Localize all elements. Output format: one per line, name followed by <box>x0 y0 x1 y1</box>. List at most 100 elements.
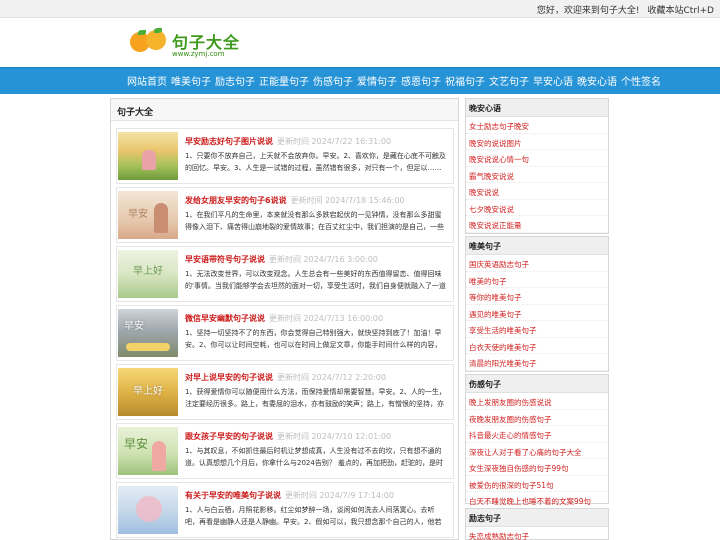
article-excerpt: 1、获得爱情你可以随便用什么方法，而保持爱情却需要智慧。早安。2、人的一生，注定… <box>185 388 446 408</box>
article-title[interactable]: 微信早安幽默句子说说 <box>185 314 265 323</box>
sidebar-link[interactable]: 夜晚发朋友圈的伤感句子 <box>466 410 608 426</box>
sidebar-box-title[interactable]: 励志句子 <box>466 509 608 527</box>
sidebar-link[interactable]: 失恋成熟励志句子 <box>466 527 608 540</box>
sidebar: 晚安心语 女士励志句子晚安 晚安的说说图片 晚安说说心情一句 霸气晚安说说 晚安… <box>465 98 609 540</box>
article-thumbnail[interactable]: 早安 <box>118 191 178 239</box>
sidebar-box-title[interactable]: 唯美句子 <box>466 237 608 255</box>
article-item: 早上好 对早上说早安的句子说说 更新时间 2024/7/12 2:20:00 1、… <box>116 364 454 420</box>
sidebar-link[interactable]: 抖音最火走心的情感句子 <box>466 426 608 443</box>
thumbnail-caption: 早安 <box>124 321 144 332</box>
article-excerpt: 1、与其叹息，不如抓住最后时机让梦想成真，人生没有过不去的坎，只有想不通的道。认… <box>185 447 444 467</box>
nav-item-signature[interactable]: 个性签名 <box>621 73 661 88</box>
nav-item-literary[interactable]: 文艺句子 <box>489 73 529 88</box>
article-date: 更新时间 2024/7/13 16:00:00 <box>269 314 384 323</box>
nav-item-morning[interactable]: 早安心语 <box>533 73 573 88</box>
article-date: 更新时间 2024/7/10 12:01:00 <box>277 432 392 441</box>
article-title[interactable]: 对早上说早安的句子说说 <box>185 373 273 382</box>
article-header: 早安励志好句子图片说说 更新时间 2024/7/22 16:31:00 <box>185 136 391 147</box>
article-date: 更新时间 2024/7/12 2:20:00 <box>277 373 386 382</box>
sidebar-link[interactable]: 晚安说说 <box>466 183 608 200</box>
nav-item-inspirational[interactable]: 励志句子 <box>215 73 255 88</box>
article-item: 早安励志好句子图片说说 更新时间 2024/7/22 16:31:00 1、只要你… <box>116 128 454 184</box>
sidebar-link[interactable]: 唯美的句子 <box>466 272 608 288</box>
nav-item-beautiful[interactable]: 唯美句子 <box>171 73 211 88</box>
article-title[interactable]: 有关于早安的唯美句子说说 <box>185 491 281 500</box>
top-bar: 您好，欢迎来到句子大全! 收藏本站Ctrl+D <box>0 0 720 18</box>
article-thumbnail[interactable] <box>118 486 178 534</box>
sidebar-link[interactable]: 白天不睡觉晚上也睡不着的文案99句 <box>466 492 608 509</box>
leaf-icon <box>138 30 146 35</box>
thumbnail-caption: 早上好 <box>133 386 163 397</box>
article-header: 跟女孩子早安的句子说说 更新时间 2024/7/10 12:01:00 <box>185 431 391 442</box>
sidebar-link[interactable]: 深夜让人对于看了心痛的句子大全 <box>466 443 608 459</box>
article-thumbnail[interactable]: 早上好 <box>118 368 178 416</box>
article-header: 早安语带符号句子说说 更新时间 2024/7/16 3:00:00 <box>185 254 378 265</box>
article-excerpt: 1、无法改变世界，可以改变观念。人生总会有一些美好的东西值得留恋、值得回味的'事… <box>185 270 446 290</box>
main-nav: 网站首页 唯美句子 励志句子 正能量句子 伤感句子 爱情句子 感恩句子 祝福句子… <box>0 67 720 94</box>
article-item: 有关于早安的唯美句子说说 更新时间 2024/7/9 17:14:00 1、人与白… <box>116 482 454 538</box>
sidebar-link[interactable]: 享受生活的唯美句子 <box>466 321 608 338</box>
article-item: 早上好 早安语带符号句子说说 更新时间 2024/7/16 3:00:00 1、无… <box>116 246 454 302</box>
nav-item-blessing[interactable]: 祝福句子 <box>445 73 485 88</box>
article-excerpt: 1、在我们平凡的生命里，本来就没有那么多跌宕起伏的一见钟情，没有那么多甜蜜得像入… <box>185 211 444 231</box>
nav-item-love[interactable]: 爱情句子 <box>357 73 397 88</box>
top-bar-text: 您好，欢迎来到句子大全! 收藏本站Ctrl+D <box>529 3 714 16</box>
site-logo[interactable]: 句子大全 www.zymj.com <box>128 28 239 62</box>
sidebar-box-sad: 伤感句子 晚上发朋友圈的伤感说说 夜晚发朋友圈的伤感句子 抖音最火走心的情感句子… <box>465 374 609 509</box>
article-header: 微信早安幽默句子说说 更新时间 2024/7/13 16:00:00 <box>185 313 383 324</box>
article-header: 有关于早安的唯美句子说说 更新时间 2024/7/9 17:14:00 <box>185 490 394 501</box>
article-date: 更新时间 2024/7/16 3:00:00 <box>269 255 378 264</box>
article-thumbnail[interactable]: 早上好 <box>118 250 178 298</box>
article-item: 早安 微信早安幽默句子说说 更新时间 2024/7/13 16:00:00 1、坚… <box>116 305 454 361</box>
nav-item-home[interactable]: 网站首页 <box>127 73 167 88</box>
article-date: 更新时间 2024/7/22 16:31:00 <box>277 137 392 146</box>
sidebar-link[interactable]: 遇见的唯美句子 <box>466 305 608 321</box>
article-item: 早安 跟女孩子早安的句子说说 更新时间 2024/7/10 12:01:00 1、… <box>116 423 454 479</box>
article-title[interactable]: 早安语带符号句子说说 <box>185 255 265 264</box>
nav-item-positive[interactable]: 正能量句子 <box>259 73 309 88</box>
article-thumbnail[interactable]: 早安 <box>118 309 178 357</box>
sidebar-link[interactable]: 霸气晚安说说 <box>466 167 608 183</box>
nav-item-gratitude[interactable]: 感恩句子 <box>401 73 441 88</box>
sidebar-link[interactable]: 晚上发朋友圈的伤感说说 <box>466 393 608 410</box>
article-excerpt: 1、坚持一切坚持不了的东西，你会觉得自己特别强大，就快坚持到底了！加油！早安。2… <box>185 329 442 349</box>
article-thumbnail[interactable] <box>118 132 178 180</box>
sidebar-link[interactable]: 国庆英语励志句子 <box>466 255 608 272</box>
sidebar-link[interactable]: 清晨的阳光唯美句子 <box>466 354 608 371</box>
sidebar-link[interactable]: 女生深夜独自伤感的句子99句 <box>466 459 608 476</box>
sidebar-link[interactable]: 七夕晚安说说 <box>466 200 608 216</box>
article-date: 更新时间 2024/7/18 15:46:00 <box>290 196 405 205</box>
sidebar-box-beautiful: 唯美句子 国庆英语励志句子 唯美的句子 等你的唯美句子 遇见的唯美句子 享受生活… <box>465 236 609 387</box>
sidebar-link[interactable]: 等你的唯美句子 <box>466 288 608 305</box>
sidebar-box-title[interactable]: 晚安心语 <box>466 99 608 117</box>
article-list-panel: 句子大全 早安励志好句子图片说说 更新时间 2024/7/22 16:31:00 … <box>110 98 459 540</box>
panel-title: 句子大全 <box>111 99 458 121</box>
article-title[interactable]: 发给女朋友早安的句子6说说 <box>185 196 287 205</box>
article-date: 更新时间 2024/7/9 17:14:00 <box>285 491 394 500</box>
article-header: 对早上说早安的句子说说 更新时间 2024/7/12 2:20:00 <box>185 372 386 383</box>
leaf-icon <box>154 28 162 33</box>
nav-item-night[interactable]: 晚安心语 <box>577 73 617 88</box>
sidebar-link[interactable]: 晚安说说正能量 <box>466 216 608 233</box>
sidebar-box-inspirational: 励志句子 失恋成熟励志句子 <box>465 508 609 540</box>
article-header: 发给女朋友早安的句子6说说 更新时间 2024/7/18 15:46:00 <box>185 195 405 206</box>
sidebar-link[interactable]: 女士励志句子晚安 <box>466 117 608 134</box>
site-header: 句子大全 www.zymj.com <box>0 18 720 67</box>
sidebar-link[interactable]: 晚安说说心情一句 <box>466 150 608 167</box>
sidebar-link[interactable]: 被爱伤的很深的句子51句 <box>466 476 608 492</box>
sidebar-link[interactable]: 晚安的说说图片 <box>466 134 608 150</box>
article-excerpt: 1、只要你不放弃自己，上天就不会放弃你。早安。2、喜欢你，是藏在心底不可触及的回… <box>185 152 446 172</box>
article-title[interactable]: 跟女孩子早安的句子说说 <box>185 432 273 441</box>
thumbnail-caption: 早上好 <box>133 266 163 277</box>
sidebar-link[interactable]: 白衣天使的唯美句子 <box>466 338 608 354</box>
logo-url: www.zymj.com <box>172 50 225 58</box>
orange-icon <box>146 30 166 50</box>
article-title[interactable]: 早安励志好句子图片说说 <box>185 137 273 146</box>
sidebar-box-night: 晚安心语 女士励志句子晚安 晚安的说说图片 晚安说说心情一句 霸气晚安说说 晚安… <box>465 98 609 249</box>
nav-item-sad[interactable]: 伤感句子 <box>313 73 353 88</box>
greeting-text: 您好，欢迎来到句子大全! <box>536 6 640 16</box>
article-excerpt: 1、人与白云栖，月照花影移。红尘如梦醉一场，谈闲如何洗去人间落寞心。去听吧，再看… <box>185 506 442 526</box>
sidebar-box-title[interactable]: 伤感句子 <box>466 375 608 393</box>
article-thumbnail[interactable]: 早安 <box>118 427 178 475</box>
bookmark-link[interactable]: 收藏本站Ctrl+D <box>648 6 715 16</box>
